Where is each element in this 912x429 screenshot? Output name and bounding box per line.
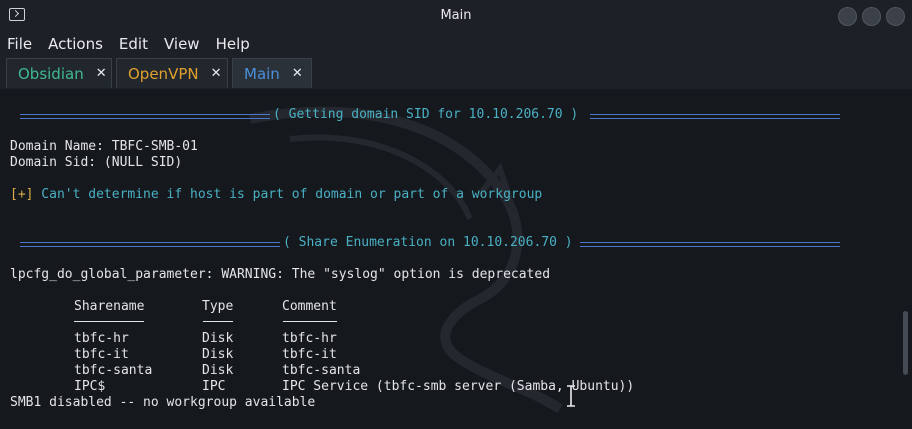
column-header: Type [202,299,234,314]
tab-obsidian[interactable]: Obsidian ✕ [6,58,112,88]
menu-bar: File Actions Edit View Help [0,32,912,56]
tab-openvpn[interactable]: OpenVPN ✕ [116,58,228,88]
share-type: Disk [202,363,234,378]
column-underline [203,321,233,322]
menu-actions[interactable]: Actions [48,35,103,53]
share-name: IPC$ [74,379,106,394]
close-icon[interactable]: ✕ [292,66,303,81]
tab-label: OpenVPN [128,64,199,83]
share-type: Disk [202,331,234,346]
close-icon[interactable]: ✕ [96,66,107,81]
divider-line [20,242,280,247]
share-type: IPC [202,379,226,394]
tab-main[interactable]: Main ✕ [232,58,312,88]
column-underline [74,321,144,322]
share-comment: tbfc-it [282,347,337,362]
tab-label: Main [244,64,280,83]
divider-line [20,114,270,119]
title-bar[interactable]: Main [0,0,912,32]
terminal-window: Main File Actions Edit View Help Obsidia… [0,0,912,429]
share-comment: tbfc-hr [282,331,337,346]
share-name: tbfc-santa [74,363,153,378]
domain-name-line: Domain Name: TBFC-SMB-01 [10,139,198,154]
menu-file[interactable]: File [7,35,32,53]
tab-label: Obsidian [18,64,84,83]
tab-bar: Obsidian ✕ OpenVPN ✕ Main ✕ [0,56,912,90]
share-comment: IPC Service (tbfc-smb server (Samba, Ubu… [282,379,635,394]
column-underline [283,321,337,322]
share-comment: tbfc-santa [282,363,361,378]
section-header: ( Share Enumeration on 10.10.206.70 ) [283,235,573,250]
close-icon[interactable]: ✕ [211,66,222,81]
column-header: Sharename [74,299,145,314]
menu-edit[interactable]: Edit [119,35,148,53]
maximize-button[interactable] [862,7,881,26]
text-cursor-icon [567,385,575,407]
share-name: tbfc-hr [74,331,129,346]
share-name: tbfc-it [74,347,129,362]
divider-line [580,242,840,247]
scrollbar-thumb[interactable] [903,311,908,375]
warning-text: Can't determine if host is part of domai… [33,187,543,202]
menu-help[interactable]: Help [216,35,250,53]
terminal-output[interactable]: ( Getting domain SID for 10.10.206.70 ) … [0,89,912,429]
smb1-status-line: SMB1 disabled -- no workgroup available [10,395,316,410]
menu-view[interactable]: View [164,35,200,53]
divider-line [590,114,840,119]
section-header: ( Getting domain SID for 10.10.206.70 ) [273,107,579,122]
plus-marker: [+] [10,187,34,202]
workgroup-warning: [+] Can't determine if host is part of d… [10,187,542,202]
minimize-button[interactable] [838,7,857,26]
lpcfg-warning: lpcfg_do_global_parameter: WARNING: The … [10,267,551,282]
domain-sid-line: Domain Sid: (NULL SID) [10,155,183,170]
share-type: Disk [202,347,234,362]
window-title: Main [440,8,472,23]
column-header: Comment [282,299,337,314]
close-button[interactable] [886,7,905,26]
